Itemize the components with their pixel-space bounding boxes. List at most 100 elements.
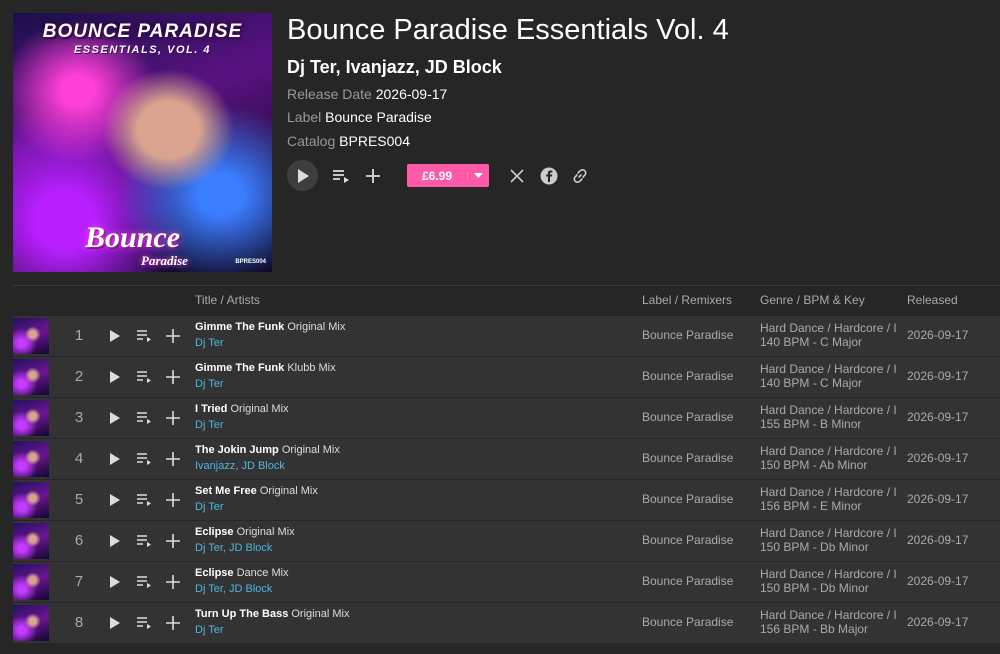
label-link[interactable]: Bounce Paradise — [325, 109, 432, 125]
track-genre[interactable]: Hard Dance / Hardcore / I — [760, 526, 896, 540]
track-title[interactable]: Gimme The Funk — [195, 362, 284, 374]
track-label[interactable]: Bounce Paradise — [642, 410, 733, 424]
price-value[interactable]: £6.99 — [407, 169, 467, 183]
track-title[interactable]: The Jokin Jump — [195, 444, 279, 456]
track-artwork[interactable] — [13, 441, 49, 477]
track-genre-bpm-key: Hard Dance / Hardcore / I 150 BPM - Db Mi… — [760, 526, 896, 554]
track-row[interactable]: 4 The Jokin Jump Original Mix Ivanjazz, … — [13, 439, 1000, 479]
track-title[interactable]: Set Me Free — [195, 485, 257, 497]
track-row[interactable]: 5 Set Me Free Original Mix Dj Ter Bounce… — [13, 480, 1000, 520]
copy-link-button[interactable] — [570, 160, 590, 191]
track-add-to-queue-button[interactable] — [134, 367, 154, 387]
track-play-button[interactable] — [105, 408, 125, 428]
track-add-to-queue-button[interactable] — [134, 408, 154, 428]
share-facebook-button[interactable] — [539, 160, 559, 191]
track-artists[interactable]: Dj Ter — [195, 378, 224, 390]
track-play-button[interactable] — [105, 449, 125, 469]
track-play-button[interactable] — [105, 490, 125, 510]
track-title-line[interactable]: The Jokin Jump Original Mix — [195, 444, 340, 456]
track-label[interactable]: Bounce Paradise — [642, 574, 733, 588]
track-genre-bpm-key: Hard Dance / Hardcore / I 140 BPM - C Maj… — [760, 362, 896, 390]
track-genre[interactable]: Hard Dance / Hardcore / I — [760, 362, 896, 376]
track-title-line[interactable]: Gimme The Funk Klubb Mix — [195, 362, 336, 374]
track-add-to-playlist-button[interactable] — [163, 613, 183, 633]
track-genre-bpm-key: Hard Dance / Hardcore / I 156 BPM - Bb Ma… — [760, 608, 896, 636]
track-released: 2026-09-17 — [907, 369, 969, 383]
track-artwork[interactable] — [13, 400, 49, 436]
track-add-to-playlist-button[interactable] — [163, 408, 183, 428]
track-row[interactable]: 1 Gimme The Funk Original Mix Dj Ter Bou… — [13, 316, 1000, 356]
track-add-to-queue-button[interactable] — [134, 490, 154, 510]
track-title-line[interactable]: I Tried Original Mix — [195, 403, 289, 415]
track-genre[interactable]: Hard Dance / Hardcore / I — [760, 608, 896, 622]
track-genre[interactable]: Hard Dance / Hardcore / I — [760, 444, 896, 458]
track-artists[interactable]: Dj Ter — [195, 337, 224, 349]
track-label[interactable]: Bounce Paradise — [642, 369, 733, 383]
track-play-button[interactable] — [105, 326, 125, 346]
track-add-to-playlist-button[interactable] — [163, 490, 183, 510]
price-options-dropdown[interactable] — [467, 172, 489, 179]
track-add-to-queue-button[interactable] — [134, 572, 154, 592]
track-title-line[interactable]: Eclipse Dance Mix — [195, 567, 289, 579]
play-release-button[interactable] — [287, 160, 318, 191]
track-artists[interactable]: Dj Ter — [195, 501, 224, 513]
track-artwork[interactable] — [13, 523, 49, 559]
add-release-to-queue-button[interactable] — [330, 160, 352, 191]
track-label[interactable]: Bounce Paradise — [642, 615, 733, 629]
track-mix: Original Mix — [281, 444, 340, 456]
track-row[interactable]: 6 Eclipse Original Mix Dj Ter, JD Block … — [13, 521, 1000, 561]
play-icon — [110, 576, 120, 588]
track-add-to-queue-button[interactable] — [134, 449, 154, 469]
share-x-button[interactable] — [507, 160, 527, 191]
track-add-to-playlist-button[interactable] — [163, 326, 183, 346]
track-title[interactable]: Eclipse — [195, 567, 234, 579]
track-label[interactable]: Bounce Paradise — [642, 492, 733, 506]
track-artwork[interactable] — [13, 605, 49, 641]
track-genre[interactable]: Hard Dance / Hardcore / I — [760, 485, 896, 499]
track-title[interactable]: I Tried — [195, 403, 227, 415]
track-title-line[interactable]: Gimme The Funk Original Mix — [195, 321, 345, 333]
track-play-button[interactable] — [105, 613, 125, 633]
buy-release-button[interactable]: £6.99 — [407, 164, 489, 187]
track-add-to-queue-button[interactable] — [134, 326, 154, 346]
track-artwork[interactable] — [13, 359, 49, 395]
track-row[interactable]: 3 I Tried Original Mix Dj Ter Bounce Par… — [13, 398, 1000, 438]
track-play-button[interactable] — [105, 367, 125, 387]
track-artwork[interactable] — [13, 564, 49, 600]
track-genre[interactable]: Hard Dance / Hardcore / I — [760, 321, 896, 335]
track-artists[interactable]: Ivanjazz, JD Block — [195, 460, 285, 472]
release-artwork[interactable]: BOUNCE PARADISE ESSENTIALS, VOL. 4 Bounc… — [13, 13, 272, 272]
track-add-to-playlist-button[interactable] — [163, 367, 183, 387]
track-play-button[interactable] — [105, 531, 125, 551]
track-title-line[interactable]: Turn Up The Bass Original Mix — [195, 608, 349, 620]
add-release-to-playlist-button[interactable] — [362, 160, 384, 191]
track-artwork[interactable] — [13, 482, 49, 518]
track-title-line[interactable]: Set Me Free Original Mix — [195, 485, 318, 497]
track-row[interactable]: 8 Turn Up The Bass Original Mix Dj Ter B… — [13, 603, 1000, 643]
track-add-to-playlist-button[interactable] — [163, 531, 183, 551]
track-artists[interactable]: Dj Ter — [195, 419, 224, 431]
track-genre[interactable]: Hard Dance / Hardcore / I — [760, 403, 896, 417]
track-artwork[interactable] — [13, 318, 49, 354]
track-add-to-playlist-button[interactable] — [163, 572, 183, 592]
artwork-logo-text: Bounce — [85, 221, 181, 254]
track-label[interactable]: Bounce Paradise — [642, 328, 733, 342]
track-add-to-queue-button[interactable] — [134, 613, 154, 633]
track-title-line[interactable]: Eclipse Original Mix — [195, 526, 295, 538]
track-label[interactable]: Bounce Paradise — [642, 451, 733, 465]
release-artists[interactable]: Dj Ter, Ivanjazz, JD Block — [287, 57, 502, 78]
track-title[interactable]: Turn Up The Bass — [195, 608, 288, 620]
add-to-queue-icon — [137, 494, 151, 506]
track-add-to-queue-button[interactable] — [134, 531, 154, 551]
track-artists[interactable]: Dj Ter, JD Block — [195, 583, 272, 595]
track-row[interactable]: 7 Eclipse Dance Mix Dj Ter, JD Block Bou… — [13, 562, 1000, 602]
track-play-button[interactable] — [105, 572, 125, 592]
track-add-to-playlist-button[interactable] — [163, 449, 183, 469]
track-title[interactable]: Eclipse — [195, 526, 234, 538]
track-artists[interactable]: Dj Ter — [195, 624, 224, 636]
track-row[interactable]: 2 Gimme The Funk Klubb Mix Dj Ter Bounce… — [13, 357, 1000, 397]
track-artists[interactable]: Dj Ter, JD Block — [195, 542, 272, 554]
track-genre[interactable]: Hard Dance / Hardcore / I — [760, 567, 896, 581]
track-label[interactable]: Bounce Paradise — [642, 533, 733, 547]
track-title[interactable]: Gimme The Funk — [195, 321, 284, 333]
